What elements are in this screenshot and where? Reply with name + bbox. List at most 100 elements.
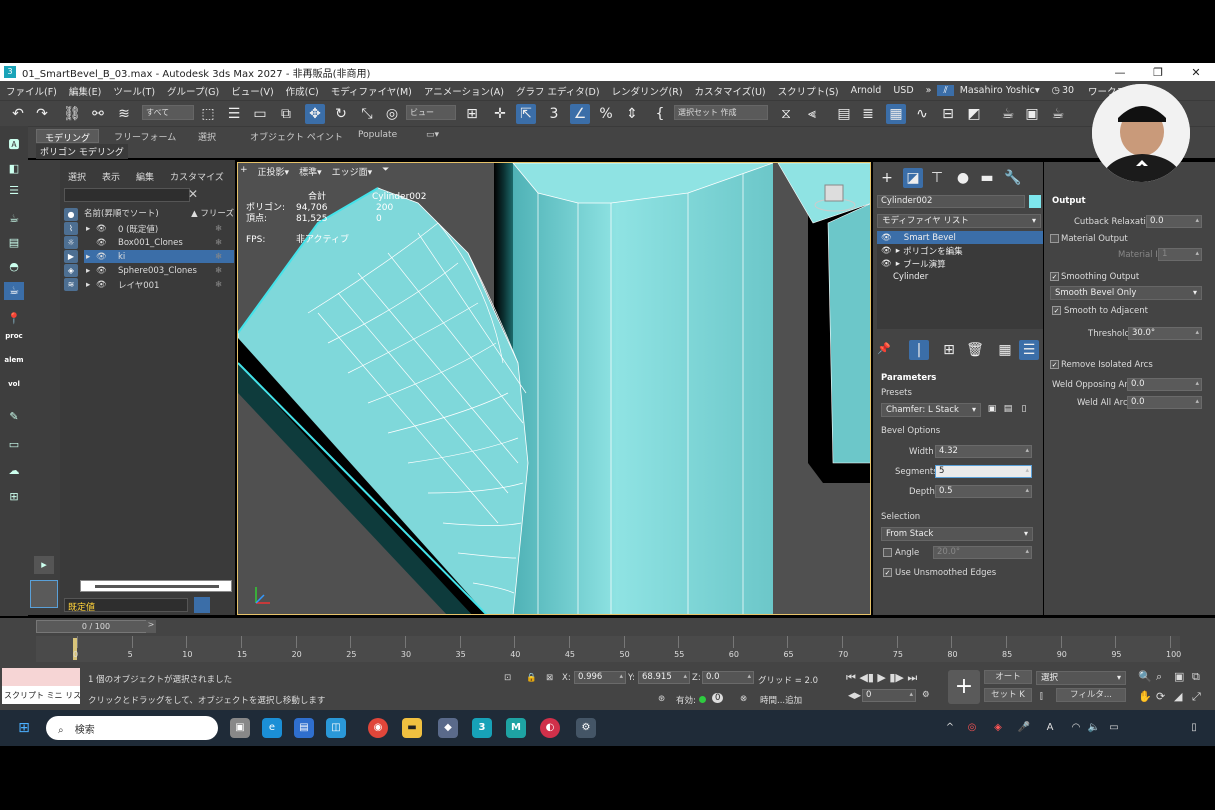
tab-selection[interactable]: 選択 [190, 129, 224, 143]
weld-all-spinner[interactable]: 0.0 [1127, 396, 1202, 409]
zoom-icon[interactable]: 🔍 [1138, 670, 1152, 683]
auto-key-button[interactable]: オート [984, 670, 1032, 684]
scale-icon[interactable]: ⤡ [357, 104, 377, 124]
menu-customize[interactable]: カスタマイズ(U) [689, 84, 772, 98]
unlink-icon[interactable]: ⚯ [88, 104, 108, 124]
light-icon[interactable]: ◧ [4, 160, 24, 178]
threshold-spinner[interactable]: 30.0° [1128, 327, 1202, 340]
display-icon[interactable]: ▭ [4, 436, 24, 454]
angle-checkbox[interactable] [883, 548, 892, 557]
alem-tool[interactable]: alem [4, 356, 24, 374]
material-editor-icon[interactable]: ◩ [964, 104, 984, 124]
text-icon[interactable]: ☰ [4, 182, 24, 200]
modifier-list-dropdown[interactable]: モディファイヤ リスト [877, 214, 1041, 228]
bind-space-warp-icon[interactable]: ≋ [114, 104, 134, 124]
menu-usd[interactable]: USD [887, 85, 919, 96]
object-name-field[interactable]: Cylinder002 [877, 195, 1025, 208]
redo-icon[interactable]: ↷ [32, 104, 52, 124]
taskbar-search[interactable]: ⌕ 検索 [46, 716, 218, 740]
adaptive-degrade-icon[interactable]: ⊛ [658, 694, 665, 704]
microphone-icon[interactable]: 🎤 [1014, 718, 1034, 738]
expand-icon[interactable]: ▸ [34, 556, 54, 574]
angle-spinner[interactable]: 20.0° [933, 546, 1032, 559]
selection-set-dropdown[interactable]: 選択セット 作成 [674, 105, 768, 120]
chrome-icon[interactable]: ◉ [368, 718, 388, 738]
x-coord-field[interactable]: 0.996 [574, 671, 626, 684]
script-icon[interactable]: ☕ [4, 282, 24, 300]
col-name-header[interactable]: 名前(昇順でソート) [84, 207, 159, 221]
explorer-menu-display[interactable]: 表示 [94, 170, 128, 183]
filter-spacewarp-icon[interactable]: ≋ [64, 278, 78, 291]
clear-search-icon[interactable]: ✕ [188, 187, 198, 201]
eye-icon[interactable]: 👁 [881, 246, 892, 256]
stack-item-edit-poly[interactable]: 👁 ▸ ポリゴンを編集 [877, 244, 1043, 257]
create-icon[interactable]: 🅰 [4, 136, 24, 154]
filter-helper-icon[interactable]: ◈ [64, 264, 78, 277]
task-view-icon[interactable]: ▣ [230, 718, 250, 738]
wifi-icon[interactable]: ◠ [1066, 718, 1086, 738]
vol-tool[interactable]: vol [4, 380, 24, 398]
pan-icon[interactable]: ✋ [1138, 690, 1152, 703]
battery-icon[interactable]: ▭ [1104, 718, 1124, 738]
menu-group[interactable]: グループ(G) [161, 84, 225, 98]
material-id-spinner[interactable]: 1 [1158, 248, 1202, 261]
playback-controls-icon[interactable]: ⏮ ◀▮ ▶ ▮▶ ⏭ [846, 671, 917, 685]
key-mode-icon[interactable]: ◀▶ [848, 691, 861, 701]
reference-coord-dropdown[interactable]: ビュー [406, 105, 456, 120]
maxscript-listener[interactable] [2, 668, 80, 686]
expand-arrow-icon[interactable]: ▸ [86, 224, 90, 234]
tray-expand-icon[interactable]: ^ [940, 718, 960, 738]
smooth-adjacent-checkbox[interactable]: ✓ [1052, 306, 1061, 315]
stack-item-cylinder[interactable]: Cylinder [877, 270, 1043, 283]
location-icon[interactable]: 📍 [4, 310, 24, 328]
expand-arrow-icon[interactable]: ▸ [86, 252, 90, 262]
z-coord-field[interactable]: 0.0 [702, 671, 754, 684]
ime-icon[interactable]: A [1040, 718, 1060, 738]
isolate-icon[interactable]: ⊡ [504, 673, 511, 683]
freeze-icon[interactable]: ❄ [215, 238, 222, 248]
mirror-icon[interactable]: ⧖ [776, 104, 796, 124]
eye-icon[interactable]: 👁 [96, 224, 107, 234]
time-slider[interactable]: 0 / 100 [36, 620, 156, 633]
undo-icon[interactable]: ↶ [8, 104, 28, 124]
current-frame-field[interactable]: 0 [862, 689, 916, 702]
files-icon[interactable]: ▤ [294, 718, 314, 738]
menu-tools[interactable]: ツール(T) [107, 84, 161, 98]
preset-save-icon[interactable]: ▤ [1001, 401, 1015, 417]
selection-mode-dropdown[interactable]: From Stack [881, 527, 1033, 541]
3dsmax-taskbar-icon[interactable]: 3 [472, 718, 492, 738]
keyboard-shortcut-icon[interactable]: ⇱ [516, 104, 536, 124]
app-icon-a[interactable]: ◆ [438, 718, 458, 738]
ribbon-subtab-polygon-modeling[interactable]: ポリゴン モデリング [36, 144, 128, 159]
tab-modeling[interactable]: モデリング [36, 129, 100, 144]
depth-spinner[interactable]: 0.5 [935, 485, 1032, 498]
angle-snap-icon[interactable]: ∠ [570, 104, 590, 124]
configure-sets-icon[interactable]: ▦ [995, 340, 1015, 360]
scene-explorer-icon[interactable]: ▤ [834, 104, 854, 124]
explorer-row[interactable]: ▸ 👁 Sphere003_Clones ❄ [84, 264, 234, 277]
zoom-extents-icon[interactable]: ▣ [1174, 670, 1184, 683]
orbit-icon[interactable]: ⟳ [1156, 690, 1165, 703]
eye-icon[interactable]: 👁 [96, 280, 107, 290]
stack-item-boolean[interactable]: 👁 ▸ ブール演算 [877, 257, 1043, 270]
absolute-mode-icon[interactable]: ⊠ [546, 673, 553, 683]
viewport-display-label[interactable]: エッジ面▾ [332, 165, 373, 179]
menu-more[interactable]: » [920, 85, 938, 96]
material-icon[interactable]: ◓ [4, 258, 24, 276]
eye-icon[interactable]: 👁 [881, 259, 892, 269]
explorer-row[interactable]: 👁 Box001_Clones ❄ [84, 236, 234, 249]
tab-freeform[interactable]: フリーフォーム [106, 129, 184, 143]
viewport-pov-label[interactable]: 正投影▾ [258, 165, 290, 179]
modify-tab-icon[interactable]: ◪ [903, 168, 923, 188]
lock-selection-icon[interactable]: 🔒 [526, 673, 537, 683]
smoothing-output-checkbox[interactable]: ✓ [1050, 272, 1059, 281]
explorer-row[interactable]: ▸ 👁 ki ❄ [84, 250, 234, 263]
pivot-icon[interactable]: ⊞ [462, 104, 482, 124]
fov-icon[interactable]: ◢ [1174, 690, 1182, 703]
time-tag-icon[interactable]: ⊗ [740, 694, 747, 704]
width-spinner[interactable]: 4.32 [935, 445, 1032, 458]
explorer-search-input[interactable] [64, 188, 190, 202]
tab-object-paint[interactable]: オブジェクト ペイント [242, 129, 351, 143]
zoom-all-icon[interactable]: ⌕ [1156, 670, 1162, 684]
eye-icon[interactable]: 👁 [881, 233, 892, 243]
